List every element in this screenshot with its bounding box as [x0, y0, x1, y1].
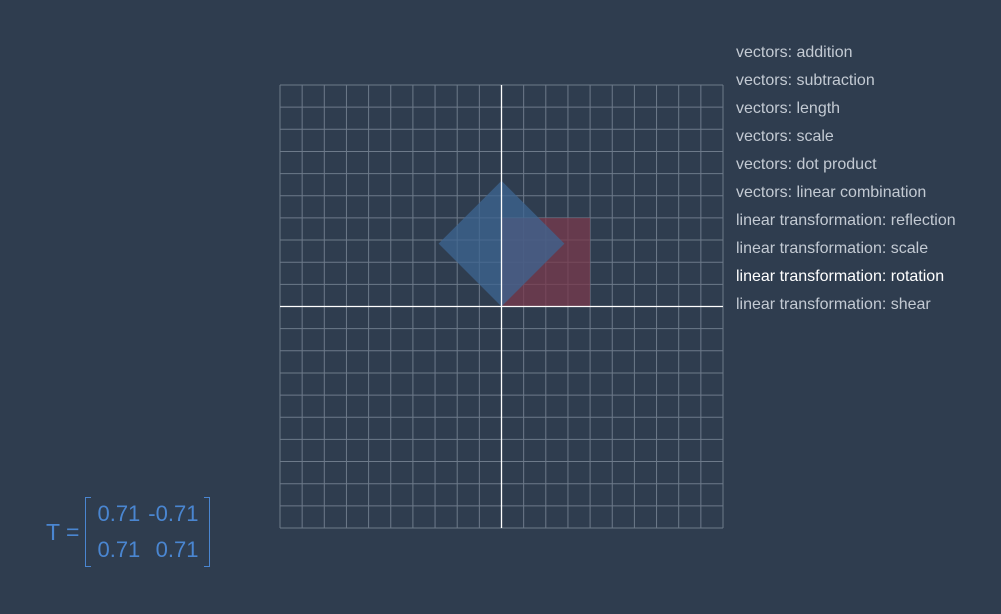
- menu-item-transformation-rotation[interactable]: linear transformation: rotation: [736, 268, 956, 296]
- matrix-entry-b: -0.71: [148, 501, 199, 526]
- matrix-entry-d: 0.71: [155, 537, 199, 562]
- matrix-entries: 0.71 -0.71 0.71 0.71: [91, 502, 204, 562]
- matrix-entry-a: 0.71: [97, 501, 141, 526]
- app-stage: vectors: addition vectors: subtraction v…: [0, 0, 1001, 614]
- matrix-entry-c: 0.71: [97, 537, 141, 562]
- menu-item-transformation-scale[interactable]: linear transformation: scale: [736, 240, 956, 268]
- menu-item-transformation-shear[interactable]: linear transformation: shear: [736, 296, 956, 324]
- transformation-matrix: T = 0.71 -0.71 0.71 0.71: [46, 496, 211, 568]
- menu-item-vectors-subtraction[interactable]: vectors: subtraction: [736, 72, 956, 100]
- example-menu: vectors: addition vectors: subtraction v…: [736, 44, 956, 324]
- menu-item-vectors-length[interactable]: vectors: length: [736, 100, 956, 128]
- matrix-label: T =: [46, 519, 80, 545]
- menu-item-vectors-scale[interactable]: vectors: scale: [736, 128, 956, 156]
- menu-item-transformation-reflection[interactable]: linear transformation: reflection: [736, 212, 956, 240]
- coordinate-plane[interactable]: [279, 84, 724, 529]
- menu-item-vectors-linear-combination[interactable]: vectors: linear combination: [736, 184, 956, 212]
- matrix-right-bracket: [204, 497, 211, 567]
- menu-item-vectors-addition[interactable]: vectors: addition: [736, 44, 956, 72]
- menu-item-vectors-dot-product[interactable]: vectors: dot product: [736, 156, 956, 184]
